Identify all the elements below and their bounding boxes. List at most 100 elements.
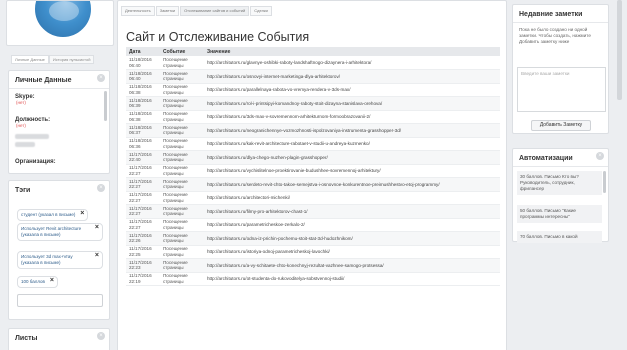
table-row: 11/18/2016 06:38 Посещение страницы http:/… bbox=[126, 110, 500, 124]
event-cell: Посещение страницы bbox=[160, 164, 204, 178]
date-cell: 11/17/2016 22:27 bbox=[126, 164, 160, 178]
empty-message: Пока не было создано ни одной заметки. Ч… bbox=[519, 27, 591, 44]
automation-panel: Автоматизации × 30 баллов. Письмо Кто вы… bbox=[512, 148, 609, 243]
remove-tag-icon[interactable]: × bbox=[50, 277, 54, 284]
tag-item[interactable]: Использует Revit architecture (указала в… bbox=[17, 223, 103, 241]
url-cell[interactable]: http://architutors.ru/osnovyi-internet-m… bbox=[204, 69, 500, 84]
url-cell[interactable]: http://architutors.ru/dlya-chego-nuzhen-… bbox=[204, 150, 500, 165]
tag-item[interactable]: 100 баллов × bbox=[17, 276, 58, 288]
date-cell: 11/17/2016 22:27 bbox=[126, 191, 160, 205]
url-cell[interactable]: http://architutors.ru/parallelnaya-rabot… bbox=[204, 83, 500, 97]
panel-title: Автоматизации bbox=[513, 149, 608, 167]
url-cell[interactable]: http://architutors.ru/istoriya-odnoj-par… bbox=[204, 245, 500, 259]
event-cell: Посещение страницы bbox=[160, 231, 204, 246]
table-row: 11/17/2016 22:27 Посещение страницы http:/… bbox=[126, 191, 500, 205]
column-header[interactable]: Значение bbox=[204, 47, 500, 56]
organization-label: Организация: bbox=[15, 159, 56, 165]
url-cell[interactable]: http://architutors.ru/serdeto-revit-chto… bbox=[204, 177, 500, 192]
events-table: Дата Событие Значение 11/18/2016 06:40 По… bbox=[126, 47, 500, 286]
crumb-activity[interactable]: Деятельность bbox=[121, 6, 155, 16]
url-cell[interactable]: http://architutors.ru/kak-revit-architec… bbox=[204, 137, 500, 151]
table-row: 11/17/2016 22:25 Посещение страницы http:/… bbox=[126, 245, 500, 259]
event-cell: Посещение страницы bbox=[160, 83, 204, 97]
event-cell: Посещение страницы bbox=[160, 96, 204, 111]
url-cell[interactable]: http://architutors.ru/rol-i-printsipyi-k… bbox=[204, 96, 500, 111]
note-input[interactable]: Введите ваши заметки bbox=[517, 67, 606, 112]
notes-panel: Недавние заметки Пока не было создано ни… bbox=[512, 4, 609, 134]
url-cell[interactable]: http://architutors.ru/ot-studenta-do-ruk… bbox=[204, 272, 500, 286]
event-cell: Посещение страницы bbox=[160, 69, 204, 84]
table-row: 11/17/2016 22:23 Посещение страницы http:/… bbox=[126, 258, 500, 273]
event-cell: Посещение страницы bbox=[160, 56, 204, 70]
tag-item[interactable]: Использует 3d max+Vray (указала в письме… bbox=[17, 251, 103, 269]
remove-tag-icon[interactable]: × bbox=[80, 210, 84, 217]
url-cell[interactable]: http://architutors.ru/odna-iz-prichin-po… bbox=[204, 231, 500, 246]
close-icon[interactable]: × bbox=[97, 184, 105, 192]
main-panel: Деятельность Заметки Отслеживание сайтов… bbox=[117, 0, 507, 350]
tag-input[interactable] bbox=[17, 294, 103, 307]
event-cell: Посещение страницы bbox=[160, 110, 204, 124]
page-title: Сайт и Отслеживание События bbox=[126, 30, 310, 44]
tag-label: Использует 3d max+Vray (указала в письме… bbox=[21, 254, 73, 265]
remove-tag-icon[interactable]: × bbox=[95, 224, 99, 231]
url-cell[interactable]: http://architutors.ru/3ds-max-v-sovremen… bbox=[204, 110, 500, 124]
table-row: 11/17/2016 22:26 Посещение страницы http:/… bbox=[126, 231, 500, 246]
page-scrollbar[interactable] bbox=[617, 0, 622, 100]
tab-personal-data[interactable]: Личные Данные bbox=[11, 55, 49, 64]
table-row: 11/17/2016 22:27 Посещение страницы http:/… bbox=[126, 164, 500, 178]
automation-item[interactable]: 70 баллов. Письмо в какой bbox=[517, 231, 602, 243]
automation-item[interactable]: 30 баллов. Письмо Кто вы? Руководитель, … bbox=[517, 171, 602, 195]
close-icon[interactable]: × bbox=[97, 332, 105, 340]
close-icon[interactable]: × bbox=[97, 74, 105, 82]
scrollbar[interactable] bbox=[104, 91, 107, 121]
tag-item[interactable]: студент (указал в письме) × bbox=[17, 209, 89, 221]
panel-title: Листы bbox=[15, 335, 38, 342]
close-icon[interactable]: × bbox=[596, 152, 604, 160]
crumb-notes[interactable]: Заметки bbox=[155, 6, 180, 16]
event-cell: Посещение страницы bbox=[160, 123, 204, 138]
date-cell: 11/17/2016 22:25 bbox=[126, 245, 160, 259]
url-cell[interactable]: http://architutors.ru/parametricheskoe-z… bbox=[204, 218, 500, 232]
url-cell[interactable]: http://architutors.ru/neogranichennye-vo… bbox=[204, 123, 500, 138]
column-header[interactable]: Дата bbox=[126, 47, 160, 56]
url-cell[interactable]: http://architutors.ru/architectori-miche… bbox=[204, 191, 500, 205]
avatar[interactable] bbox=[33, 1, 93, 39]
scrollbar[interactable] bbox=[603, 171, 606, 193]
event-cell: Посещение страницы bbox=[160, 204, 204, 219]
remove-tag-icon[interactable]: × bbox=[95, 252, 99, 259]
crumb-tracking[interactable]: Отслеживание сайтов и событий bbox=[180, 6, 250, 16]
tag-label: Использует Revit architecture (указала в… bbox=[21, 226, 82, 237]
panel-title: Тэги bbox=[15, 187, 31, 194]
automation-item[interactable]: 50 баллов. Письмо "Какие программы интер… bbox=[517, 205, 602, 223]
date-cell: 11/18/2016 06:40 bbox=[126, 56, 160, 70]
event-cell: Посещение страницы bbox=[160, 191, 204, 205]
profile-tabs: Личные Данные История пульсистой bbox=[11, 55, 107, 64]
table-header: Дата Событие Значение bbox=[126, 47, 500, 56]
event-cell: Посещение страницы bbox=[160, 245, 204, 259]
date-cell: 11/17/2016 22:27 bbox=[126, 218, 160, 232]
date-cell: 11/17/2016 22:40 bbox=[126, 150, 160, 165]
redacted-field bbox=[15, 134, 49, 139]
table-row: 11/17/2016 22:27 Посещение страницы http:/… bbox=[126, 218, 500, 232]
table-row: 11/18/2016 06:37 Посещение страницы http:/… bbox=[126, 123, 500, 138]
crumb-deals[interactable]: Сделки bbox=[250, 6, 272, 16]
tag-label: студент (указал в письме) bbox=[21, 212, 76, 217]
url-cell[interactable]: http://architutors.ru/a-vy-schitaete-cht… bbox=[204, 258, 500, 273]
add-note-button[interactable]: Добавить Заметку bbox=[531, 120, 591, 131]
table-row: 11/18/2016 06:38 Посещение страницы http:/… bbox=[126, 83, 500, 97]
date-cell: 11/17/2016 22:27 bbox=[126, 177, 160, 192]
table-row: 11/17/2016 22:27 Посещение страницы http:/… bbox=[126, 177, 500, 192]
panel-title: Недавние заметки bbox=[513, 5, 608, 23]
table-row: 11/18/2016 06:39 Посещение страницы http:/… bbox=[126, 96, 500, 111]
date-cell: 11/18/2016 06:38 bbox=[126, 83, 160, 97]
column-header[interactable]: Событие bbox=[160, 47, 204, 56]
date-cell: 11/18/2016 06:36 bbox=[126, 137, 160, 151]
tags-panel: Тэги × студент (указал в письме) × Исполь… bbox=[8, 180, 110, 320]
date-cell: 11/17/2016 22:27 bbox=[126, 204, 160, 219]
tab-history[interactable]: История пульсистой bbox=[48, 55, 95, 64]
url-cell[interactable]: http://architutors.ru/glavnye-oshibki-ra… bbox=[204, 56, 500, 70]
url-cell[interactable]: http://architutors.ru/vychislitelnoe-pro… bbox=[204, 164, 500, 178]
url-cell[interactable]: http://architutors.ru/filmy-pro-arhitekt… bbox=[204, 204, 500, 219]
redacted-field bbox=[15, 142, 35, 147]
table-row: 11/18/2016 06:40 Посещение страницы http:/… bbox=[126, 56, 500, 70]
